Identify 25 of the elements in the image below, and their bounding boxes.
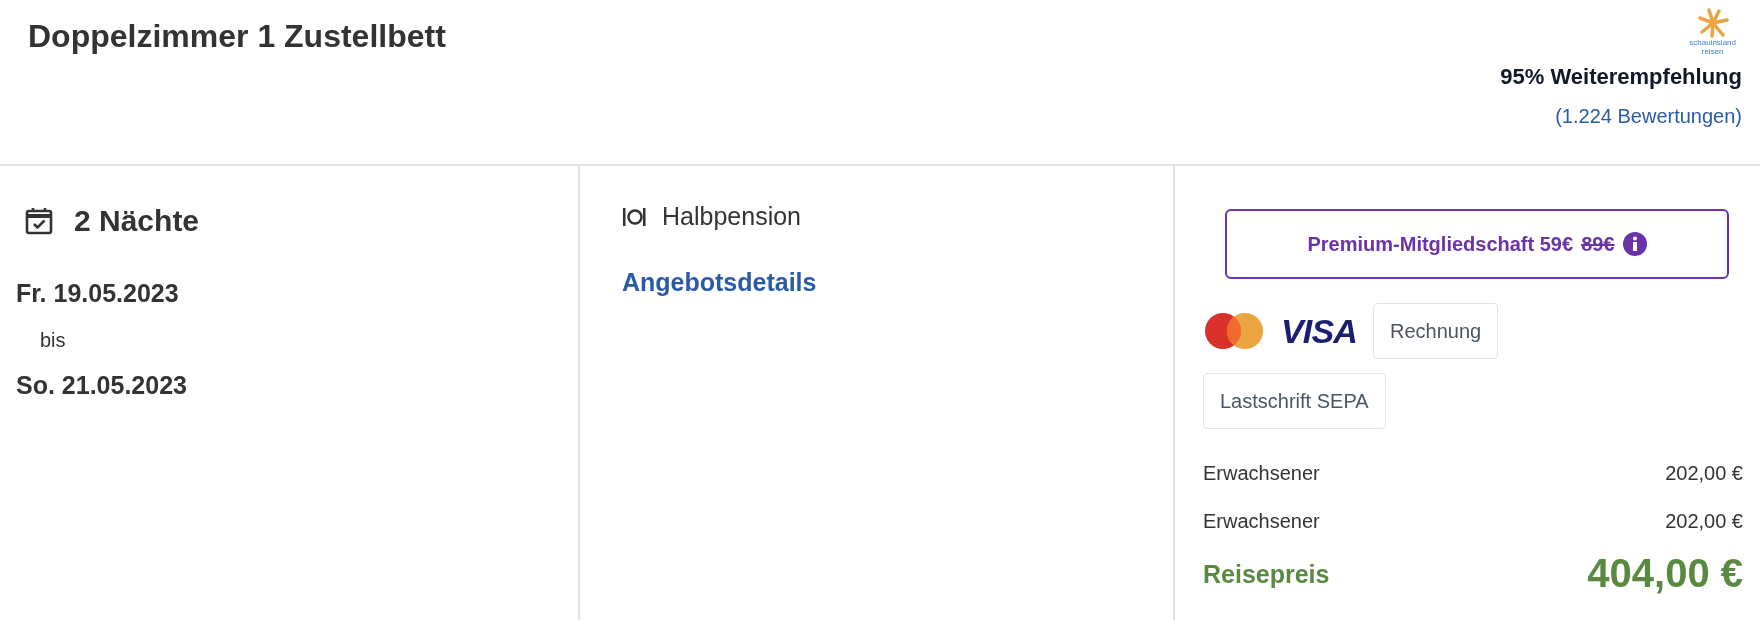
room-title: Doppelzimmer 1 Zustellbett bbox=[28, 17, 446, 56]
payment-method-badge: Rechnung bbox=[1372, 303, 1499, 359]
reviews-link[interactable]: (1.224 Bewertungen) bbox=[1555, 101, 1742, 131]
traveler-label: Erwachsener bbox=[1203, 509, 1320, 534]
traveler-price: 202,00 € bbox=[1665, 461, 1743, 486]
board-type: Halbpension bbox=[662, 201, 801, 232]
end-date: So. 21.05.2023 bbox=[16, 369, 188, 401]
offer-details-link[interactable]: Angebotsdetails bbox=[622, 263, 1173, 301]
start-date: Fr. 19.05.2023 bbox=[16, 278, 180, 309]
recommendation-text: 95% Weiterempfehlung bbox=[1500, 63, 1742, 91]
total-label: Reisepreis bbox=[1203, 558, 1330, 590]
info-icon bbox=[1622, 232, 1647, 256]
nights-count: 2 Nächte bbox=[74, 203, 200, 239]
premium-membership-button[interactable]: Premium-Mitgliedschaft 59€ 89€ bbox=[1225, 209, 1729, 279]
traveler-label: Erwachsener bbox=[1203, 461, 1320, 486]
total-price: 404,00 € bbox=[1587, 553, 1743, 593]
logo-text: schauinsland reisen bbox=[1689, 38, 1736, 56]
calendar-check-icon bbox=[24, 205, 54, 236]
card-logo-icon bbox=[1203, 311, 1265, 351]
visa-logo: VISA bbox=[1280, 314, 1358, 348]
date-separator: bis bbox=[39, 327, 67, 353]
payment-method-badge: Lastschrift SEPA bbox=[1203, 373, 1386, 429]
sun-logo-icon bbox=[1696, 8, 1729, 38]
traveler-price: 202,00 € bbox=[1665, 509, 1743, 534]
plate-cutlery-icon bbox=[622, 205, 646, 228]
